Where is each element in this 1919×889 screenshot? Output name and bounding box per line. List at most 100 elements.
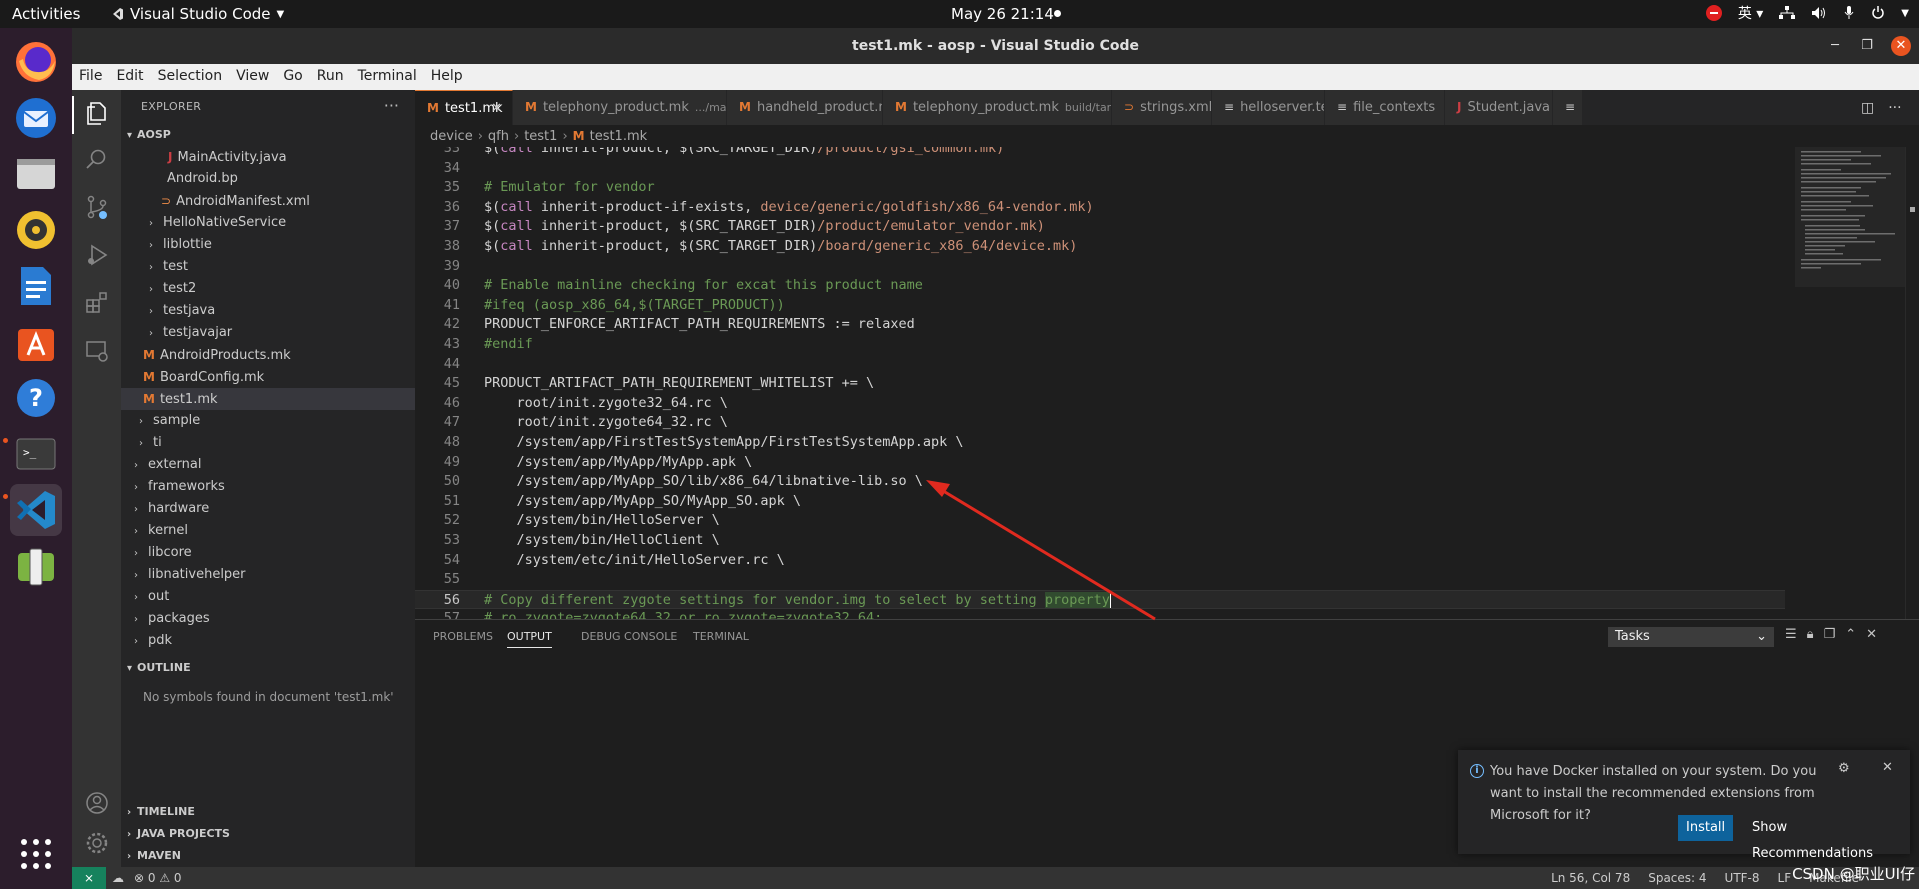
help-icon[interactable]: ? [10,372,62,424]
tree-item[interactable]: › HelloNativeService [121,212,415,234]
editor-scrollbar[interactable] [1905,147,1919,619]
tree-item[interactable]: M AndroidProducts.mk [121,344,415,366]
clock[interactable]: May 26 21:14 [951,5,1054,23]
editor-tab[interactable]: Mtelephony_product.mk .../make/... [513,90,727,125]
indentation[interactable]: Spaces: 4 [1648,867,1706,889]
ubuntu-software-icon[interactable] [10,316,62,368]
open-output-editor-icon[interactable]: ❐ [1824,627,1836,642]
menu-selection[interactable]: Selection [151,64,230,90]
app-menu[interactable]: Visual Studio Code ▼ [110,5,284,23]
tree-item[interactable]: › kernel [121,520,415,542]
tree-item[interactable]: › testjava [121,300,415,322]
menu-terminal[interactable]: Terminal [351,64,424,90]
tab-terminal[interactable]: TERMINAL [693,630,749,643]
tree-item[interactable]: › testjavajar [121,322,415,344]
editor-tab[interactable]: Mtelephony_product.mk build/target/... [883,90,1112,125]
android-studio-icon[interactable] [10,540,62,592]
breadcrumb-item[interactable]: qfh [488,129,509,144]
network-icon[interactable] [1779,6,1796,20]
java-projects-section-header[interactable]: › JAVA PROJECTS [121,823,415,845]
tree-item[interactable]: › packages [121,608,415,630]
end-of-line[interactable]: LF [1778,867,1792,889]
chevron-down-icon[interactable]: ▼ [1901,8,1909,19]
explorer-icon[interactable] [84,100,110,126]
tree-item[interactable]: › pdk [121,630,415,652]
problems-indicator[interactable]: ⊗ 0 ⚠ 0 [134,867,182,889]
volume-icon[interactable] [1811,6,1827,20]
activities-button[interactable]: Activities [12,5,80,23]
tree-item[interactable]: › liblottie [121,234,415,256]
close-tab-icon[interactable]: ✕ [491,91,502,125]
system-tray[interactable]: 英 ▾ ▼ [1705,3,1909,23]
cursor-position[interactable]: Ln 56, Col 78 [1551,867,1630,889]
breadcrumb-item[interactable]: test1 [524,129,557,144]
editor-tab[interactable]: Mtest1.mk ✕ [415,90,513,125]
tree-item[interactable]: › frameworks [121,476,415,498]
do-not-disturb-icon[interactable] [1705,5,1722,21]
tree-item[interactable]: › out [121,586,415,608]
maven-section-header[interactable]: › MAVEN [121,845,415,867]
editor-tab[interactable]: ≡ helloserver.te [1212,90,1325,125]
more-actions-icon[interactable]: ··· [384,96,399,115]
editor-tab[interactable]: J Student.java [1445,90,1553,125]
workspace-root[interactable]: ▾ AOSP [121,124,415,146]
tab-debug-console[interactable]: DEBUG CONSOLE [581,630,677,643]
tree-item[interactable]: › libnativehelper [121,564,415,586]
tree-item[interactable]: M BoardConfig.mk [121,366,415,388]
split-editor-icon[interactable]: ◫ [1861,100,1874,116]
editor-tab[interactable]: ⊃ strings.xml [1112,90,1212,125]
tab-problems[interactable]: PROBLEMS [433,630,493,643]
maximize-button[interactable]: ❐ [1857,36,1877,56]
close-window-button[interactable]: ✕ [1891,36,1911,56]
more-actions-icon[interactable]: ··· [1888,100,1901,116]
lock-scroll-icon[interactable]: 🔒︎ [1807,627,1814,642]
files-icon[interactable] [10,148,62,200]
remote-indicator-icon[interactable]: ⨯ [72,867,106,889]
timeline-section-header[interactable]: › TIMELINE [121,801,415,823]
account-icon[interactable] [84,790,110,816]
notification-settings-icon[interactable]: ⚙ [1838,761,1850,776]
show-recommendations-button[interactable]: Show Recommendations [1752,815,1910,861]
install-button[interactable]: Install [1678,815,1734,841]
editor-tab[interactable]: ≡ St [1553,90,1583,125]
microphone-icon[interactable] [1843,6,1855,20]
tree-item[interactable]: Mtest1.mk [121,388,415,410]
sync-icon[interactable]: ☁ [112,867,124,889]
tree-item[interactable]: ⊃ AndroidManifest.xml [121,190,415,212]
close-notification-icon[interactable]: ✕ [1882,760,1893,775]
tree-item[interactable]: J MainActivity.java [121,146,415,168]
source-control-icon[interactable] [84,194,110,220]
tree-item[interactable]: › hardware [121,498,415,520]
remote-explorer-icon[interactable] [84,338,110,364]
breadcrumb-item[interactable]: device [430,129,473,144]
tree-item[interactable]: › libcore [121,542,415,564]
maximize-panel-icon[interactable]: ⌃ [1845,627,1856,642]
menu-help[interactable]: Help [424,64,470,90]
close-panel-icon[interactable]: ✕ [1866,627,1877,642]
extensions-icon[interactable] [84,290,110,316]
power-icon[interactable] [1871,6,1885,20]
editor-tab[interactable]: ≡ file_contexts [1325,90,1445,125]
tree-item[interactable]: › sample [121,410,415,432]
outline-section-header[interactable]: ▾ OUTLINE [121,657,415,679]
menu-edit[interactable]: Edit [109,64,150,90]
encoding[interactable]: UTF-8 [1725,867,1760,889]
thunderbird-icon[interactable] [10,92,62,144]
run-debug-icon[interactable] [84,242,110,268]
code-editor[interactable]: 33 $(call inherit-product, $(SRC_TARGET_D… [415,147,1919,619]
input-method-indicator[interactable]: 英 ▾ [1738,3,1763,23]
terminal-icon[interactable]: >_ [10,428,62,480]
menu-run[interactable]: Run [310,64,351,90]
breadcrumb-item[interactable]: test1.mk [590,129,648,144]
minimap[interactable] [1795,147,1905,347]
vscode-icon[interactable] [10,484,62,536]
tree-item[interactable]: › test2 [121,278,415,300]
menu-file[interactable]: File [72,64,109,90]
tree-item[interactable]: › external [121,454,415,476]
menu-go[interactable]: Go [276,64,309,90]
clear-output-icon[interactable]: ☰ [1785,627,1797,642]
minimize-button[interactable]: ─ [1825,36,1845,56]
firefox-icon[interactable] [10,36,62,88]
tree-item[interactable]: Android.bp [121,168,415,190]
search-icon[interactable] [84,146,110,172]
